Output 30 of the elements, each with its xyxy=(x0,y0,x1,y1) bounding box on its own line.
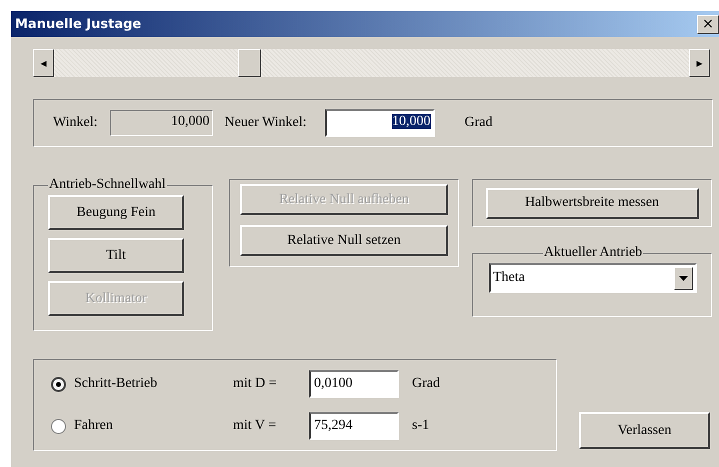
group-title: Antrieb-Schnellwahl xyxy=(48,177,167,193)
exit-button[interactable]: Verlassen xyxy=(579,412,710,449)
relative-null-button[interactable]: Relative Null setzen xyxy=(240,225,448,256)
close-button[interactable]: × xyxy=(697,14,719,34)
param-field[interactable]: 0,0100 xyxy=(309,370,399,398)
scroll-right-button[interactable]: ▸ xyxy=(689,49,710,77)
drive-dropdown[interactable]: Theta xyxy=(489,263,697,293)
measure-button[interactable]: Halbwertsbreite messen xyxy=(486,188,698,218)
mode-label[interactable]: Schritt-Betrieb xyxy=(74,376,158,392)
slider-thumb[interactable] xyxy=(238,49,262,77)
dropdown-arrow-icon[interactable] xyxy=(674,266,693,290)
param-label: mit D = xyxy=(233,376,278,392)
new-angle-label: Neuer Winkel: xyxy=(224,115,307,131)
radio-button[interactable] xyxy=(51,376,66,392)
unit-label: s-1 xyxy=(412,418,430,434)
group-title: Aktueller Antrieb xyxy=(542,245,644,261)
window-title: Manuelle Justage xyxy=(15,16,142,32)
param-field[interactable]: 75,294 xyxy=(309,412,399,440)
radio-button[interactable] xyxy=(51,418,66,434)
unit-label: Grad xyxy=(464,115,493,131)
drive-button[interactable]: Beugung Fein xyxy=(48,195,184,230)
unit-label: Grad xyxy=(412,376,440,392)
angle-field: 10,000 xyxy=(110,110,213,136)
angle-label: Winkel: xyxy=(53,115,98,131)
mode-label[interactable]: Fahren xyxy=(74,418,113,434)
new-angle-field[interactable]: 10,000 xyxy=(324,109,435,137)
scroll-left-button[interactable]: ◂ xyxy=(33,49,54,77)
drive-button[interactable]: Tilt xyxy=(48,238,184,273)
param-label: mit V = xyxy=(233,418,278,434)
slider-track[interactable]: ◂ ▸ xyxy=(33,49,710,77)
